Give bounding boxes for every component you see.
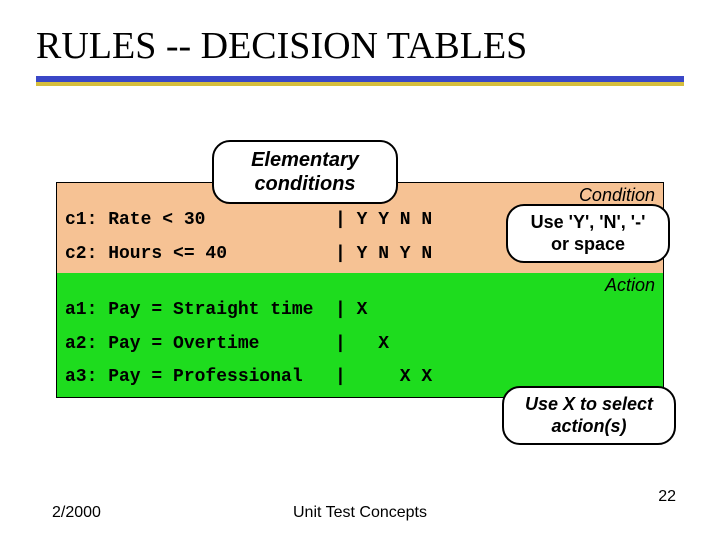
slide: RULES -- DECISION TABLES Condition c1: R… [0, 0, 720, 540]
cond-rhs: | Y Y N N [335, 210, 432, 230]
act-lhs: a1: Pay = Straight time [65, 300, 335, 322]
title-underline-gold [36, 82, 684, 86]
action-row: a1: Pay = Straight time| X [57, 296, 663, 330]
cond-lhs: c1: Rate < 30 [65, 210, 335, 232]
cond-lhs: c2: Hours <= 40 [65, 244, 335, 266]
footer-center: Unit Test Concepts [0, 504, 720, 522]
act-rhs: | X X [335, 367, 432, 387]
footer-page-number: 22 [658, 488, 676, 506]
callout-use-x: Use X to select action(s) [502, 386, 676, 445]
act-lhs: a2: Pay = Overtime [65, 334, 335, 356]
callout-use-ynspace: Use 'Y', 'N', '-' or space [506, 204, 670, 263]
actions-block: Action a1: Pay = Straight time| X a2: Pa… [57, 273, 663, 397]
act-lhs: a3: Pay = Professional [65, 367, 335, 389]
actions-section-label: Action [57, 273, 663, 296]
callout-elementary-conditions: Elementary conditions [212, 140, 398, 204]
cond-rhs: | Y N Y N [335, 244, 432, 264]
page-title: RULES -- DECISION TABLES [0, 0, 720, 76]
act-rhs: | X [335, 334, 389, 354]
action-row: a2: Pay = Overtime| X [57, 330, 663, 364]
act-rhs: | X [335, 300, 367, 320]
